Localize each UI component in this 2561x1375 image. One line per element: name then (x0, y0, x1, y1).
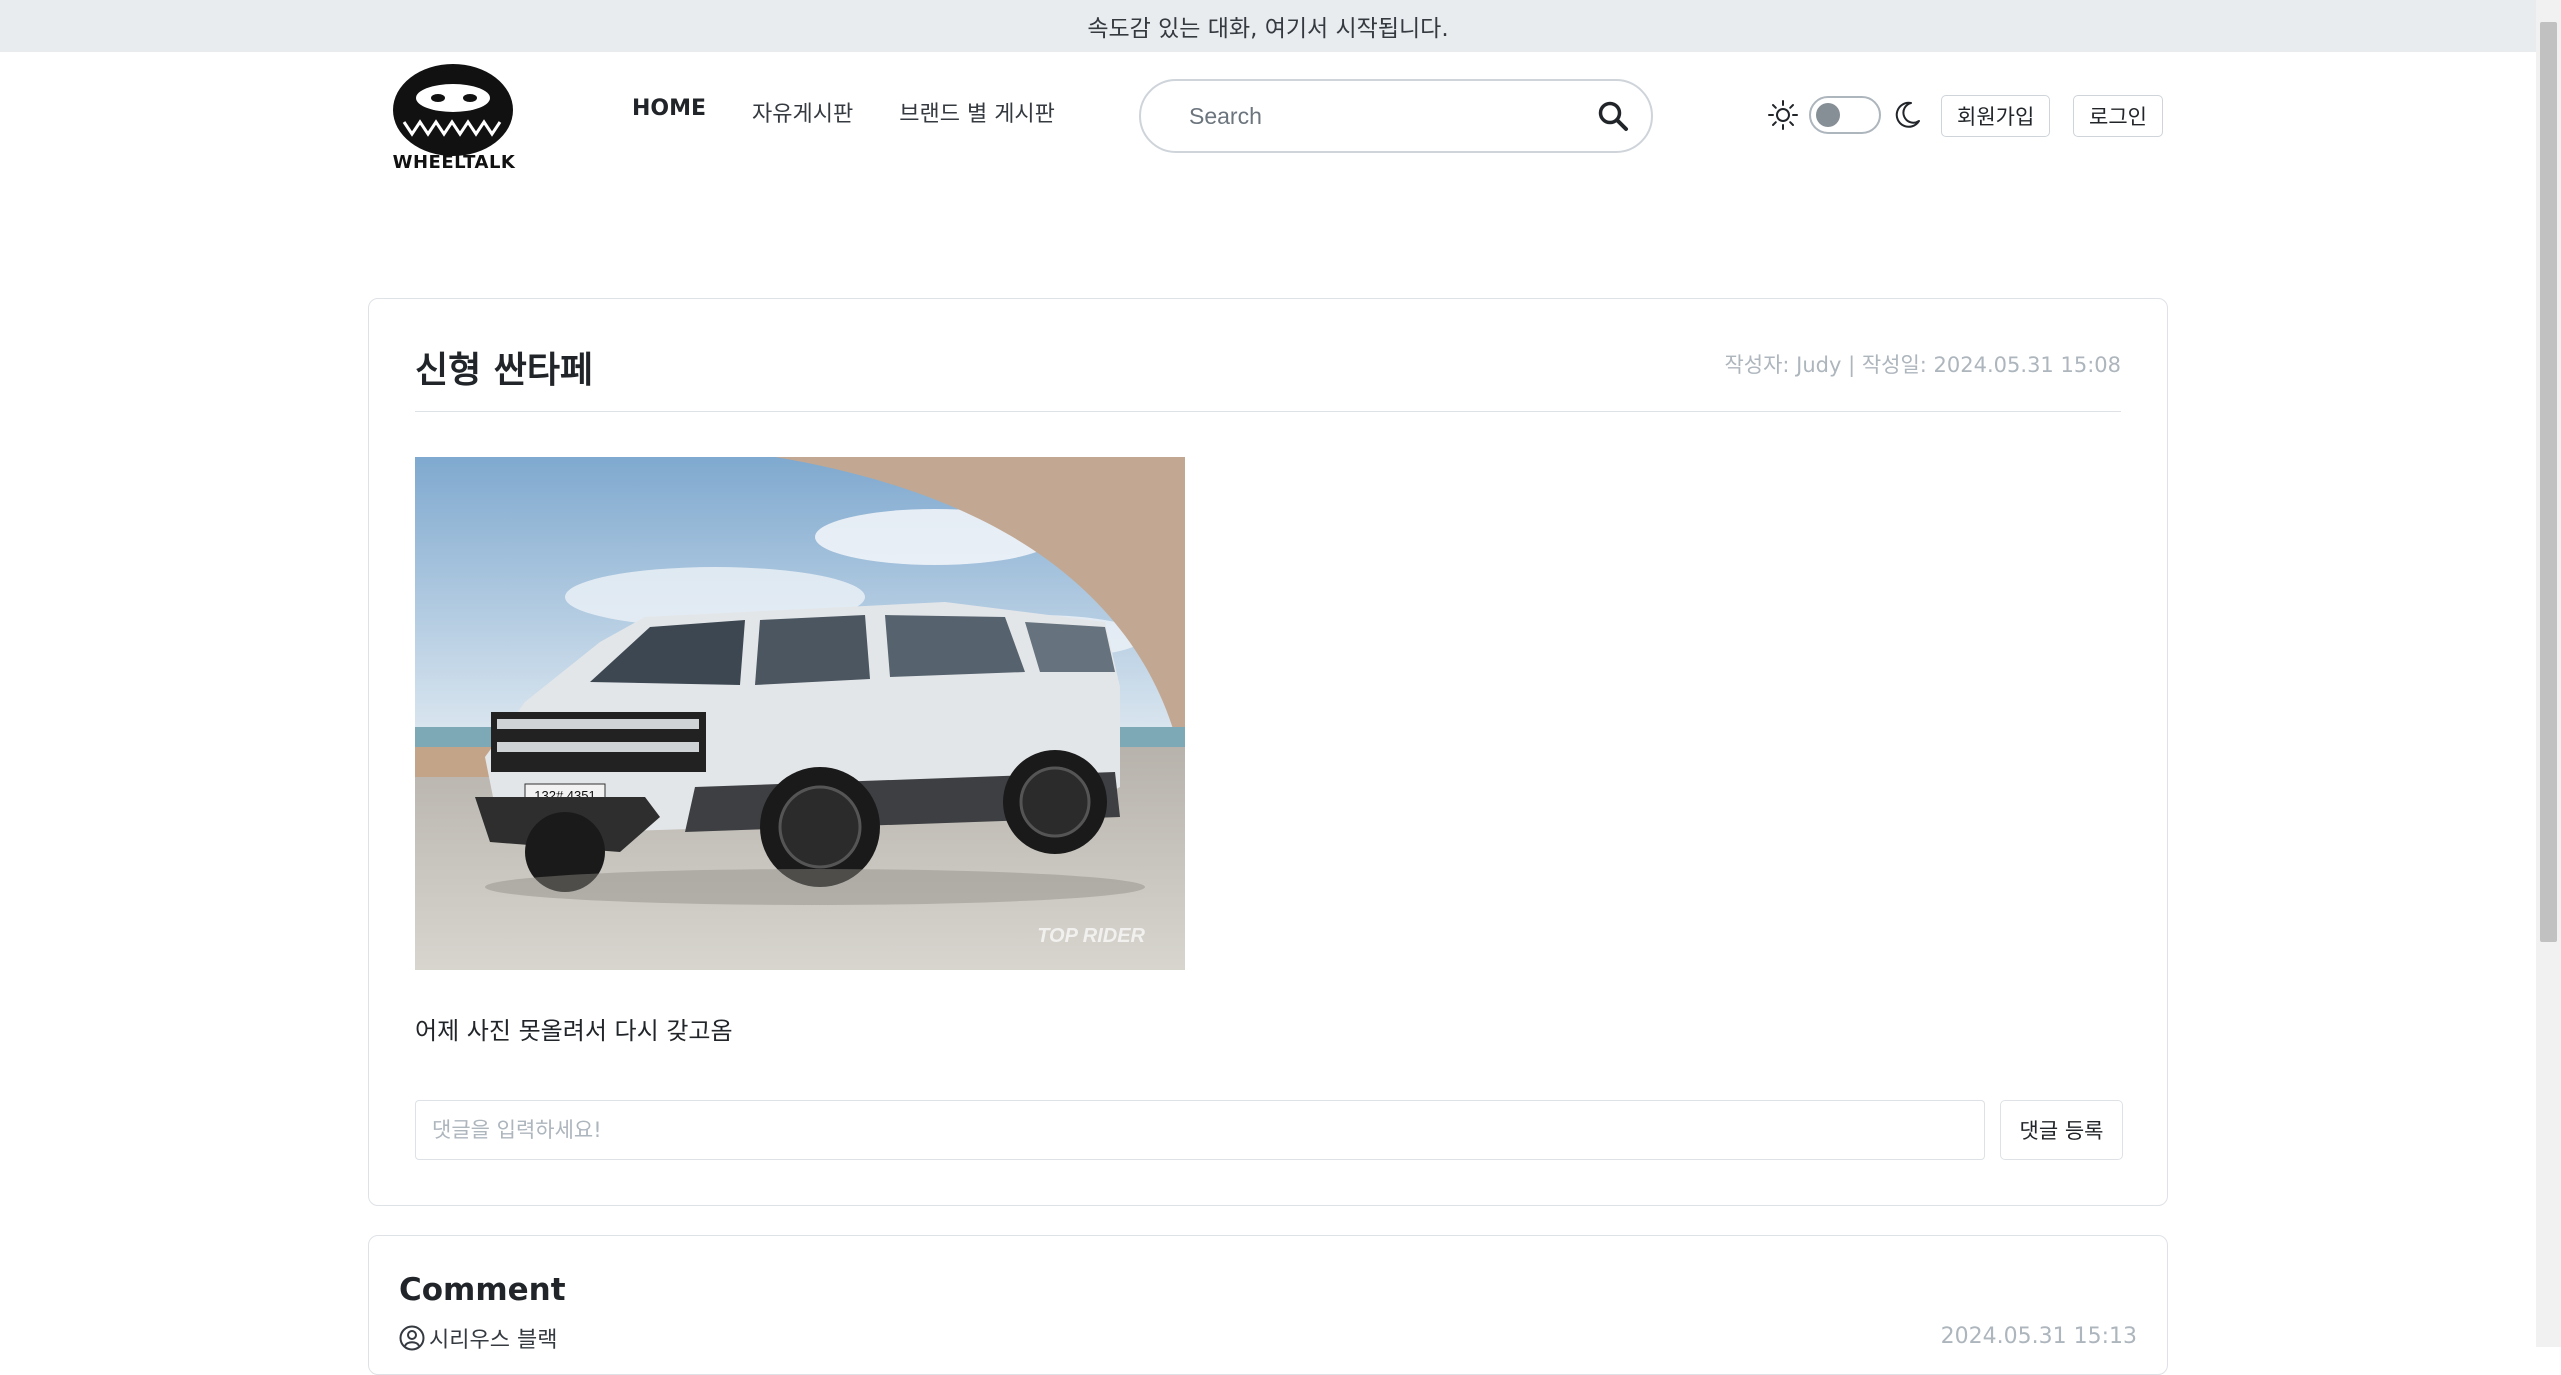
comment-heading: Comment (399, 1272, 566, 1308)
sun-icon (1768, 100, 1798, 130)
nav-brand-board[interactable]: 브랜드 별 게시판 (899, 96, 1055, 128)
theme-switcher (1767, 96, 1923, 134)
comment-submit-button[interactable]: 댓글 등록 (2000, 1100, 2123, 1160)
moon-icon (1895, 101, 1920, 128)
comment-input[interactable] (415, 1100, 1985, 1160)
announcement-bar: 속도감 있는 대화, 여기서 시작됩니다. (0, 0, 2536, 52)
post-title: 신형 싼타페 (415, 350, 594, 391)
signup-button[interactable]: 회원가입 (1941, 95, 2051, 137)
search-icon[interactable] (1597, 100, 1629, 132)
nav-home[interactable]: HOME (632, 96, 706, 128)
comment-date: 2024.05.31 15:13 (1940, 1324, 2137, 1349)
post-card: 신형 싼타페 작성자: Judy | 작성일: 2024.05.31 15:08 (368, 298, 2168, 1206)
login-button[interactable]: 로그인 (2073, 95, 2163, 137)
main-nav: HOME 자유게시판 브랜드 별 게시판 (632, 96, 1055, 128)
page-scrollbar[interactable] (2536, 0, 2561, 1347)
comment-author-name: 시리우스 블랙 (429, 1328, 558, 1353)
scrollbar-thumb[interactable] (2540, 22, 2557, 942)
post-body: 어제 사진 못올려서 다시 갖고옴 (415, 1017, 733, 1045)
nav-free-board[interactable]: 자유게시판 (752, 96, 853, 128)
announcement-text: 속도감 있는 대화, 여기서 시작됩니다. (1087, 16, 1449, 42)
car-photo: 132# 4351 TOP RIDER (415, 457, 1185, 970)
search-box (1139, 79, 1653, 153)
toggle-knob (1816, 103, 1840, 127)
comment-section: Comment 시리우스 블랙 2024.05.31 15:13 (368, 1235, 2168, 1375)
post-divider (415, 411, 2121, 412)
comment-author: 시리우스 블랙 (399, 1322, 557, 1354)
dark-mode-toggle[interactable] (1809, 96, 1881, 134)
post-meta: 작성자: Judy | 작성일: 2024.05.31 15:08 (1724, 353, 2121, 377)
post-image: 132# 4351 TOP RIDER (415, 457, 1185, 970)
image-watermark: TOP RIDER (1037, 925, 1145, 947)
user-circle-icon (399, 1325, 425, 1351)
brand-name: WHEELTALK (392, 152, 516, 173)
search-input[interactable] (1187, 101, 1597, 131)
